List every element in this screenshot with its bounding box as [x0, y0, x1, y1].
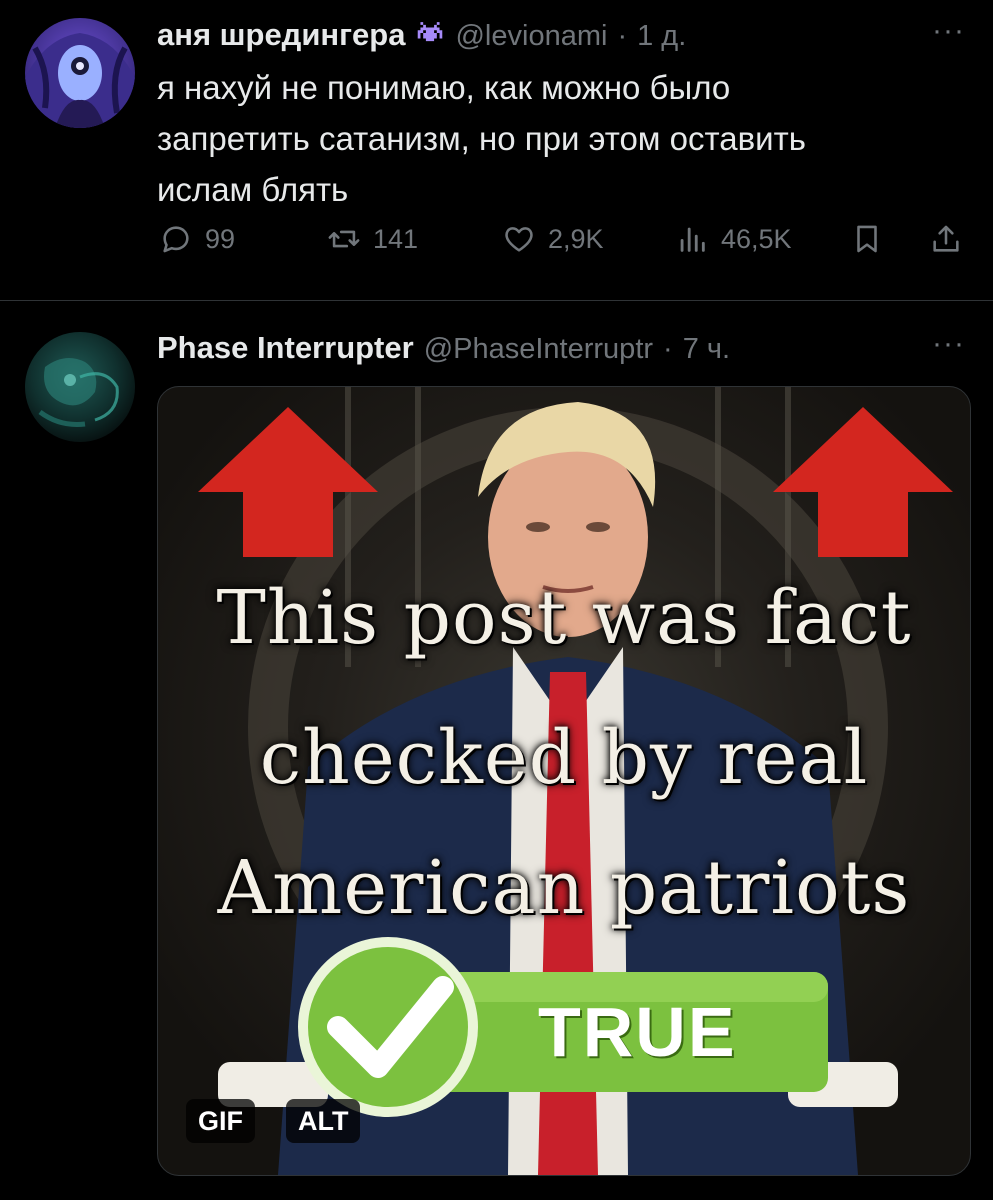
views-count: 46,5K [721, 223, 792, 254]
tweet-header: аня шредингера @levionami · 1 д. [157, 17, 686, 53]
reply-count: 99 [205, 223, 236, 254]
space-invader-icon [415, 21, 445, 52]
tweet-text-line: запретить сатанизм, но при этом оставить [157, 120, 806, 157]
tweet-phaseinterruptr[interactable]: Phase Interrupter @PhaseInterruptr · 7 ч… [0, 301, 993, 1200]
avatar[interactable] [25, 332, 135, 442]
views-chart-icon [680, 227, 705, 252]
tweet-header: Phase Interrupter @PhaseInterruptr · 7 ч… [157, 330, 730, 366]
meme-caption-line: American patriots [217, 845, 911, 931]
retweet-icon [328, 230, 360, 248]
separator-dot: · [617, 20, 628, 52]
tweet-media-gif[interactable]: This post was fact checked by real Ameri… [157, 386, 971, 1176]
display-name[interactable]: аня шредингера [157, 17, 405, 53]
timestamp[interactable]: 1 д. [637, 20, 686, 53]
more-options-icon[interactable]: ··· [932, 14, 965, 48]
meme-caption-line: checked by real [259, 715, 869, 801]
share-icon [933, 225, 959, 252]
tweet-text-line: ислам блять [157, 171, 349, 208]
share-button[interactable] [929, 222, 963, 256]
tweet-text-line: я нахуй не понимаю, как можно было [157, 69, 731, 106]
meme-caption-line: This post was fact [216, 575, 912, 661]
bookmark-icon [857, 225, 877, 253]
reply-icon [163, 226, 189, 253]
display-name[interactable]: Phase Interrupter [157, 330, 414, 366]
tweet-levionami[interactable]: аня шредингера @levionami · 1 д. ··· я н… [0, 0, 993, 301]
views-button[interactable]: 46,5K [675, 222, 792, 256]
reply-button[interactable]: 99 [159, 222, 235, 256]
true-label: TRUE [538, 993, 737, 1071]
avatar[interactable] [25, 18, 135, 128]
separator-dot: · [663, 333, 673, 365]
timestamp[interactable]: 7 ч. [683, 333, 730, 366]
action-bar: 99 141 2,9K 46,5K [157, 222, 967, 266]
like-count: 2,9K [548, 223, 604, 254]
tweet-text: я нахуй не понимаю, как можно было запре… [157, 62, 957, 215]
alt-text-button[interactable]: ALT [286, 1099, 361, 1143]
bookmark-button[interactable] [850, 222, 884, 256]
handle[interactable]: @PhaseInterruptr [424, 333, 653, 366]
retweet-button[interactable]: 141 [327, 222, 418, 256]
more-options-icon[interactable]: ··· [932, 327, 965, 361]
heart-icon [505, 227, 533, 252]
gif-badge: GIF [186, 1099, 255, 1143]
retweet-count: 141 [373, 223, 419, 254]
like-button[interactable]: 2,9K [502, 222, 604, 256]
handle[interactable]: @levionami [455, 20, 607, 53]
